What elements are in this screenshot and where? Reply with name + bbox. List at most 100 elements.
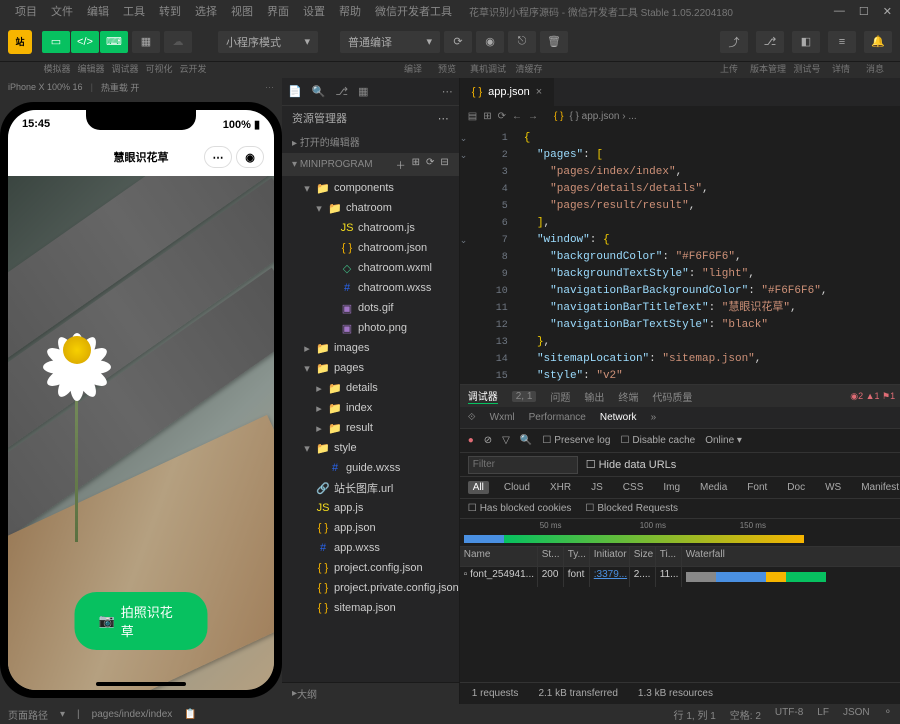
tab-terminal[interactable]: 终端: [618, 389, 638, 404]
tab-output[interactable]: 输出: [584, 389, 604, 404]
tree-item[interactable]: { }project.config.json: [282, 558, 459, 578]
compile-dropdown[interactable]: 普通编译▾: [340, 31, 440, 53]
filter-media[interactable]: Media: [695, 481, 732, 494]
clear-cache-button[interactable]: 🗑: [540, 31, 568, 53]
version-button[interactable]: ⎇: [756, 31, 784, 53]
explorer-more-icon[interactable]: ⋯: [438, 112, 449, 125]
device-label[interactable]: iPhone X 100% 16: [8, 82, 83, 92]
tab-close-icon[interactable]: ×: [536, 86, 542, 98]
tree-item[interactable]: ▾📁pages: [282, 358, 459, 378]
inspect-icon[interactable]: ⟐: [468, 412, 476, 423]
filter-xhr[interactable]: XHR: [545, 481, 576, 494]
code-editor[interactable]: { "pages": [ "pages/index/index", "pages…: [516, 126, 900, 384]
hot-reload-label[interactable]: 热重载 开: [101, 81, 140, 94]
tab-problems[interactable]: 问题: [550, 389, 570, 404]
tab-quality[interactable]: 代码质量: [652, 389, 692, 404]
filter-icon[interactable]: ▽: [502, 435, 510, 446]
test-button[interactable]: ◧: [792, 31, 820, 53]
tree-item[interactable]: ▸📁result: [282, 418, 459, 438]
menu-project[interactable]: 项目: [8, 3, 44, 19]
tree-item[interactable]: ▸📁index: [282, 398, 459, 418]
explorer-tab-icon[interactable]: 📄: [288, 85, 302, 98]
cloud-toggle[interactable]: ☁: [164, 31, 192, 53]
tab-debugger[interactable]: 调试器: [468, 388, 498, 404]
filter-img[interactable]: Img: [658, 481, 685, 494]
menu-select[interactable]: 选择: [188, 3, 224, 19]
project-section[interactable]: ▾ MINIPROGRAM ＋ ⊞ ⟳ ⊟: [282, 153, 459, 176]
outline-section[interactable]: ▸ 大纲: [282, 682, 459, 704]
filter-input[interactable]: [468, 456, 578, 474]
menu-edit[interactable]: 编辑: [80, 3, 116, 19]
tree-item[interactable]: ▾📁style: [282, 438, 459, 458]
filter-manifest[interactable]: Manifest: [856, 481, 900, 494]
online-dropdown[interactable]: Online ▾: [705, 435, 742, 446]
tree-item[interactable]: ▾📁chatroom: [282, 198, 459, 218]
refresh-icon[interactable]: ⟳: [426, 157, 434, 172]
tree-item[interactable]: ▣dots.gif: [282, 298, 459, 318]
tree-item[interactable]: #guide.wxss: [282, 458, 459, 478]
capsule-menu-icon[interactable]: ⋯: [204, 146, 232, 168]
tree-item[interactable]: ▣photo.png: [282, 318, 459, 338]
editor-toggle[interactable]: </>: [71, 31, 99, 53]
encoding[interactable]: UTF-8: [775, 707, 803, 722]
menu-wechat[interactable]: 微信开发者工具: [368, 3, 459, 19]
mode-dropdown[interactable]: 小程序模式▾: [218, 31, 318, 53]
git-tab-icon[interactable]: ⎇: [335, 85, 348, 98]
eol[interactable]: LF: [817, 707, 829, 722]
messages-button[interactable]: 🔔: [864, 31, 892, 53]
network-row[interactable]: ▫ font_254941... 200 font :3379... 2....…: [460, 567, 900, 587]
filter-cloud[interactable]: Cloud: [499, 481, 535, 494]
menu-ui[interactable]: 界面: [260, 3, 296, 19]
timeline[interactable]: 50 ms 100 ms 150 ms: [460, 519, 900, 547]
ext-tab-icon[interactable]: ▦: [358, 85, 368, 98]
remote-debug-button[interactable]: ⎋: [508, 31, 536, 53]
compile-button[interactable]: ⟳: [444, 31, 472, 53]
minimize-icon[interactable]: —: [834, 5, 845, 18]
subtab-network[interactable]: Network: [600, 412, 637, 423]
filter-doc[interactable]: Doc: [782, 481, 810, 494]
tree-item[interactable]: ▾📁components: [282, 178, 459, 198]
opened-editors-section[interactable]: ▸ 打开的编辑器: [282, 130, 459, 153]
tree-item[interactable]: JSchatroom.js: [282, 218, 459, 238]
capsule-close-icon[interactable]: ◉: [236, 146, 264, 168]
more-tabs-icon[interactable]: »: [651, 412, 657, 423]
menu-settings[interactable]: 设置: [296, 3, 332, 19]
tree-item[interactable]: JSapp.js: [282, 498, 459, 518]
details-button[interactable]: ≡: [828, 31, 856, 53]
language[interactable]: JSON: [843, 707, 870, 722]
spaces[interactable]: 空格: 2: [730, 707, 761, 722]
page-path[interactable]: pages/index/index: [92, 709, 173, 720]
tab-app-json[interactable]: { } app.json ×: [460, 78, 554, 106]
filter-js[interactable]: JS: [586, 481, 608, 494]
tree-item[interactable]: { }sitemap.json: [282, 598, 459, 618]
record-icon[interactable]: ●: [468, 435, 474, 446]
menu-tools[interactable]: 工具: [116, 3, 152, 19]
tree-item[interactable]: { }chatroom.json: [282, 238, 459, 258]
menu-view[interactable]: 视图: [224, 3, 260, 19]
visual-toggle[interactable]: ▦: [132, 31, 160, 53]
search-tab-icon[interactable]: 🔍: [312, 85, 326, 98]
close-icon[interactable]: ✕: [883, 5, 892, 18]
filter-font[interactable]: Font: [742, 481, 772, 494]
breadcrumb[interactable]: ▤⊞⟳←→ { } { } app.json › ...: [460, 106, 900, 126]
preview-button[interactable]: ◉: [476, 31, 504, 53]
tree-item[interactable]: { }app.json: [282, 518, 459, 538]
new-folder-icon[interactable]: ⊞: [412, 157, 420, 172]
tree-item[interactable]: { }project.private.config.json: [282, 578, 459, 598]
subtab-wxml[interactable]: Wxml: [490, 412, 515, 423]
filter-ws[interactable]: WS: [820, 481, 846, 494]
tree-item[interactable]: ▸📁images: [282, 338, 459, 358]
collapse-icon[interactable]: ⊟: [440, 157, 448, 172]
simulator-toggle[interactable]: ▭: [42, 31, 70, 53]
subtab-perf[interactable]: Performance: [529, 412, 586, 423]
cursor-pos[interactable]: 行 1, 列 1: [674, 707, 716, 722]
search-icon[interactable]: 🔍: [520, 435, 532, 446]
clear-icon[interactable]: ⊘: [484, 435, 492, 446]
upload-button[interactable]: ⤴: [720, 31, 748, 53]
tree-item[interactable]: #app.wxss: [282, 538, 459, 558]
filter-css[interactable]: CSS: [618, 481, 649, 494]
menu-goto[interactable]: 转到: [152, 3, 188, 19]
maximize-icon[interactable]: ☐: [859, 5, 869, 18]
tree-item[interactable]: ◇chatroom.wxml: [282, 258, 459, 278]
tree-item[interactable]: #chatroom.wxss: [282, 278, 459, 298]
